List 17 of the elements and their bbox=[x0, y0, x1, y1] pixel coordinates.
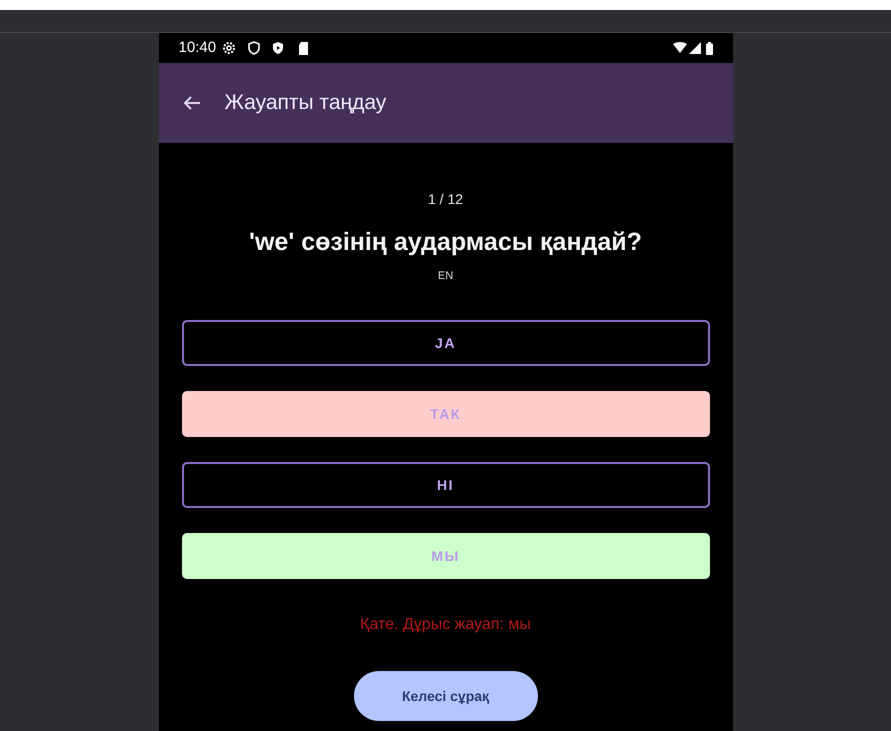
wifi-icon bbox=[672, 42, 686, 54]
back-arrow-icon[interactable] bbox=[182, 95, 200, 111]
screen-title: Жауапты таңдау bbox=[224, 90, 386, 116]
shield-play-icon bbox=[272, 41, 284, 55]
answer-option[interactable]: НІ bbox=[182, 462, 710, 508]
next-question-button[interactable]: Келесі сұрақ bbox=[354, 671, 538, 721]
signal-icon bbox=[688, 42, 700, 54]
gear-icon bbox=[222, 41, 236, 55]
shield-icon bbox=[248, 41, 260, 55]
feedback-message: Қате. Дұрыс жауап: мы bbox=[360, 615, 531, 635]
sd-card-icon bbox=[298, 42, 310, 54]
status-time: 10:40 bbox=[178, 38, 216, 58]
question-counter: 1 / 12 bbox=[428, 190, 464, 209]
question-text: 'we' сөзінің аудармасы қандай? bbox=[249, 227, 642, 258]
answer-option[interactable]: JA bbox=[182, 320, 710, 366]
language-label: EN bbox=[438, 268, 454, 284]
battery-icon bbox=[706, 42, 712, 54]
